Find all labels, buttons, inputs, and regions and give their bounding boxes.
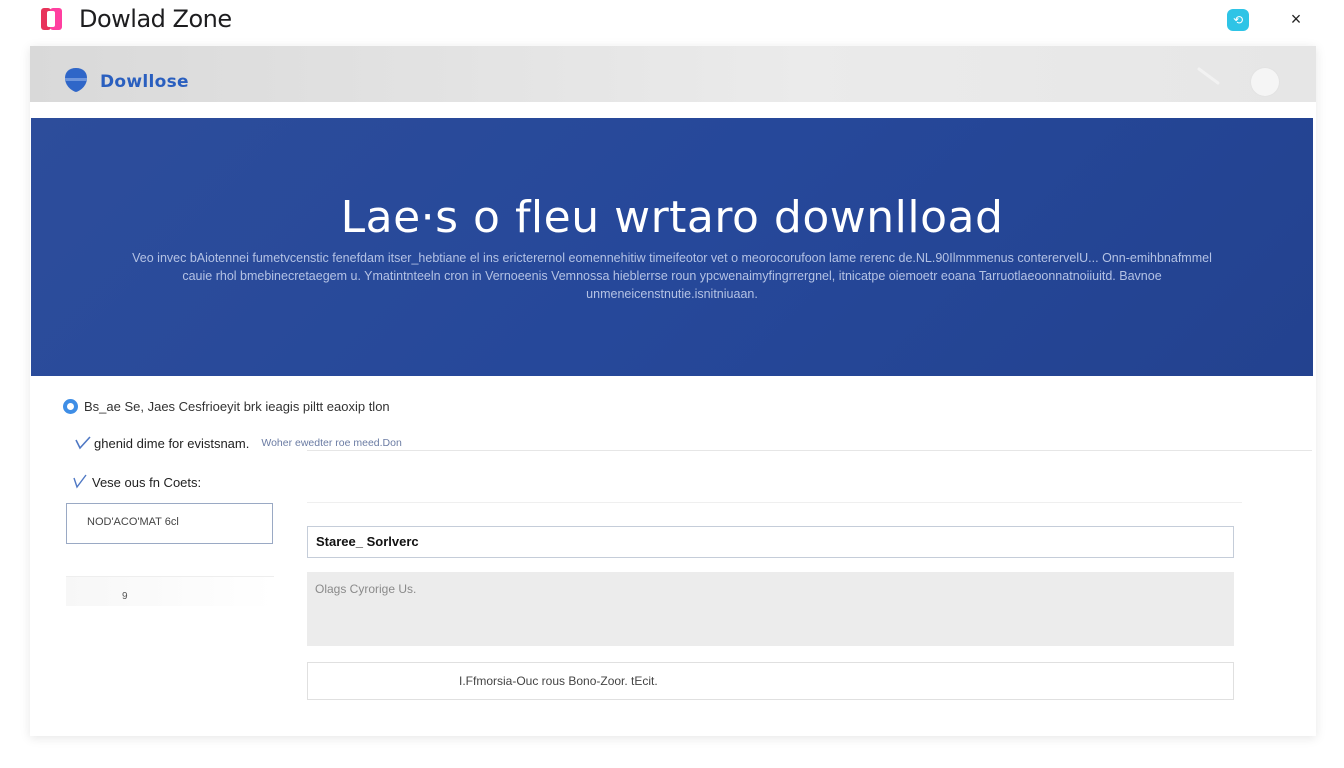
- footer-field[interactable]: I.Ffmorsia-Ouc rous Bono-Zoor. tEcit.: [307, 662, 1234, 700]
- pencil-icon[interactable]: [1196, 66, 1222, 86]
- description-field[interactable]: Olags Cyrorige Us.: [307, 572, 1234, 646]
- hero-description: Veo invec bAiotennei fumetvcenstic fenef…: [132, 251, 1212, 301]
- option-row-2[interactable]: ghenid dime for evistsnam. Woher ewedter…: [74, 435, 402, 451]
- navbar: Dowllose: [30, 46, 1316, 102]
- sidebar-input[interactable]: NOD'ACO'MAT 6cl: [66, 503, 273, 544]
- brand-name: Dowllose: [100, 72, 189, 92]
- option-row-1[interactable]: Bs_ae Se, Jaes Cesfrioeyit brk ieagis pi…: [63, 399, 390, 414]
- sidebar-item[interactable]: 9: [66, 576, 274, 606]
- option-label-1: Bs_ae Se, Jaes Cesfrioeyit brk ieagis pi…: [84, 399, 390, 414]
- option-row-3[interactable]: Vese ous fn Coets:: [72, 474, 201, 490]
- window-title: Dowlad Zone: [79, 5, 232, 33]
- app-window: Dowllose Lae·s o fleu wrtaro downlload V…: [30, 46, 1316, 736]
- app-logo-icon: [41, 8, 62, 30]
- hero-title: Lae·s o fleu wrtaro downlload: [340, 192, 1004, 243]
- divider: [307, 450, 1312, 451]
- shield-icon: [65, 68, 87, 92]
- radio-selected-icon[interactable]: [63, 399, 78, 414]
- option-label-3: Vese ous fn Coets:: [92, 474, 202, 490]
- avatar[interactable]: [1251, 68, 1279, 96]
- title-bar: Dowlad Zone ⟲ ×: [0, 0, 1344, 40]
- close-button[interactable]: ×: [1285, 6, 1307, 32]
- refresh-button[interactable]: ⟲: [1227, 9, 1249, 31]
- checkmark-icon[interactable]: [72, 474, 90, 490]
- hero-banner: Lae·s o fleu wrtaro downlload Veo invec …: [31, 118, 1313, 376]
- option-sublabel-2: Woher ewedter roe meed.Don: [261, 437, 402, 449]
- option-label-2: ghenid dime for evistsnam.: [94, 435, 250, 451]
- checkmark-icon[interactable]: [74, 435, 92, 451]
- name-field[interactable]: Staree_ Sorlverc: [307, 526, 1234, 558]
- divider: [307, 502, 1242, 503]
